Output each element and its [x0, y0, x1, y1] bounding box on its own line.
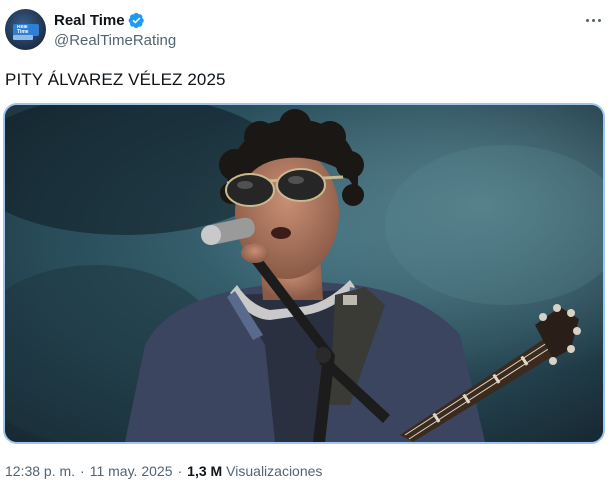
display-name[interactable]: Real Time — [54, 12, 125, 29]
concert-photo — [5, 105, 603, 442]
verified-badge-icon — [128, 12, 145, 29]
tweet-media-photo[interactable] — [3, 103, 605, 444]
meta-separator: · — [80, 463, 85, 479]
views-count: 1,3 M — [187, 463, 223, 479]
meta-separator-2: · — [177, 463, 183, 479]
tweet-header: Real Time Real Time @RealTimeRating — [0, 0, 610, 60]
views-label: Visualizaciones — [226, 463, 323, 479]
avatar[interactable]: Real Time — [5, 9, 46, 50]
tweet-time[interactable]: 12:38 p. m. — [5, 463, 75, 479]
author-handle[interactable]: @RealTimeRating — [54, 32, 176, 49]
tweet-meta: 12:38 p. m. · 11 may. 2025 · 1,3 M Visua… — [5, 463, 322, 479]
tweet-date[interactable]: 11 may. 2025 — [90, 463, 173, 479]
avatar-logo-text: Real Time — [17, 25, 29, 35]
tweet-text: PITY ÁLVAREZ VÉLEZ 2025 — [5, 70, 226, 89]
more-options-icon[interactable] — [582, 10, 604, 30]
author-name-row: Real Time — [54, 10, 145, 30]
